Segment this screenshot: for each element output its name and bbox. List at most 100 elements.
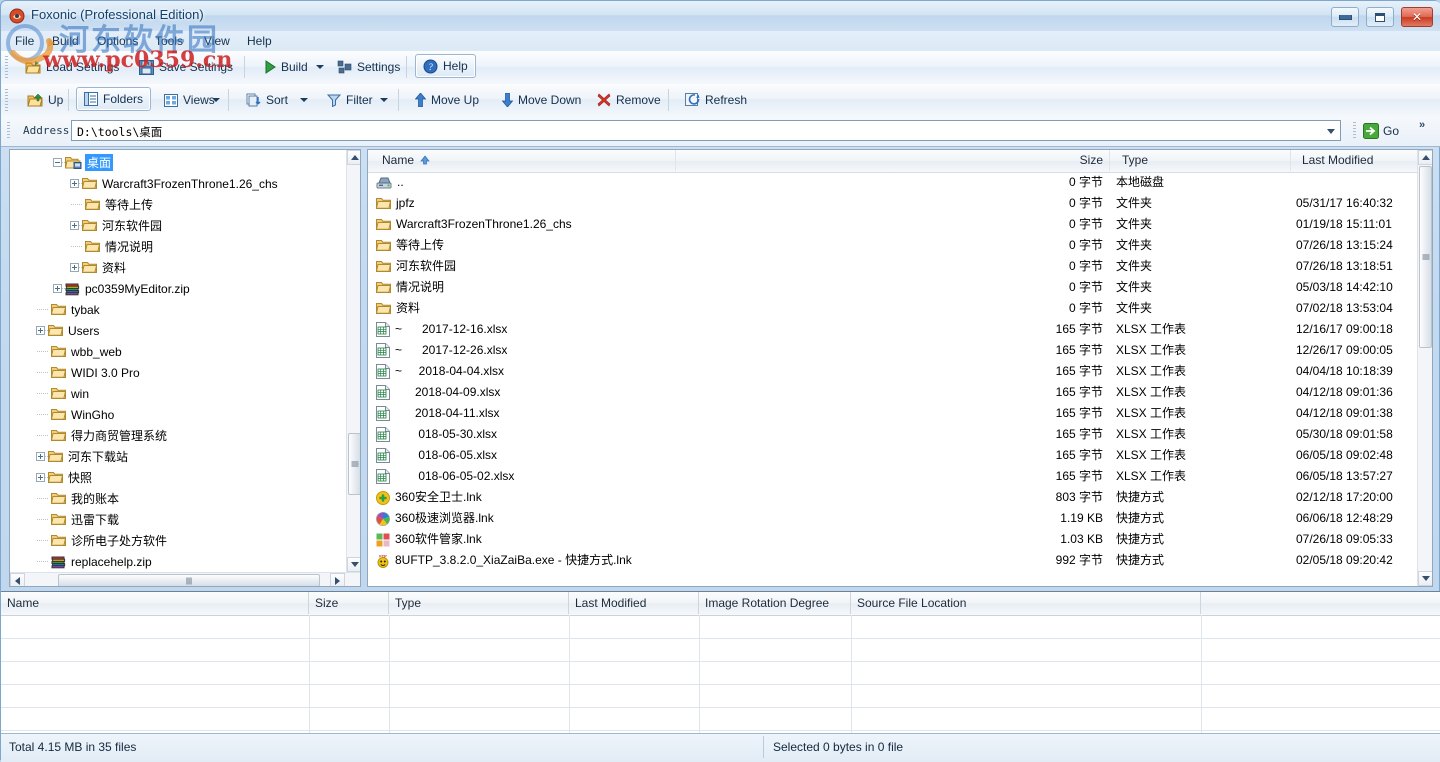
- file-row[interactable]: FTP8UFTP_3.8.2.0_XiaZaiBa.exe - 快捷方式.lnk…: [368, 550, 1417, 571]
- build-dropdown-arrow[interactable]: [316, 65, 324, 69]
- go-grip[interactable]: [1353, 122, 1356, 140]
- filter-dropdown-arrow[interactable]: [380, 98, 388, 102]
- menu-options[interactable]: Options: [91, 33, 144, 49]
- move-down-button[interactable]: Move Down: [494, 88, 589, 112]
- filter-button[interactable]: Filter: [319, 88, 381, 112]
- output-column-header[interactable]: [1201, 592, 1440, 614]
- file-list-rows[interactable]: ..0 字节本地磁盘jpfz0 字节文件夹05/31/17 16:40:32Wa…: [368, 172, 1417, 571]
- output-column-header[interactable]: Type: [389, 592, 569, 614]
- collapse-node-icon[interactable]: [53, 158, 62, 167]
- tree-node[interactable]: 得力商贸管理系统: [48, 425, 169, 446]
- file-scroll-up-button[interactable]: [1418, 150, 1433, 165]
- move-up-button[interactable]: Move Up: [407, 88, 487, 112]
- column-header-mod[interactable]: Last Modified: [1296, 150, 1433, 171]
- tree-node[interactable]: Warcraft3FrozenThrone1.26_chs: [82, 173, 280, 194]
- menu-help[interactable]: Help: [241, 33, 278, 49]
- sort-button[interactable]: Sort: [238, 88, 296, 112]
- close-button[interactable]: ✕: [1401, 7, 1433, 27]
- column-header-type[interactable]: Type: [1116, 150, 1291, 171]
- file-row[interactable]: 360极速浏览器.lnk1.19 KB快捷方式06/06/18 12:48:29…: [368, 508, 1417, 529]
- file-row[interactable]: 018-06-05-02.xlsx165 字节XLSX 工作表06/05/18 …: [368, 466, 1417, 487]
- tree-node[interactable]: tybak: [48, 299, 102, 320]
- tree-scroll-down-button[interactable]: [347, 557, 361, 572]
- tree-node[interactable]: wbb_web: [48, 341, 124, 362]
- expand-node-icon[interactable]: [36, 326, 45, 335]
- tree-node[interactable]: 等待上传: [82, 194, 155, 215]
- maximize-button[interactable]: [1366, 7, 1394, 27]
- tree-node[interactable]: 情况说明: [82, 236, 155, 257]
- tree-hscroll-thumb[interactable]: [58, 574, 320, 587]
- file-row[interactable]: Warcraft3FrozenThrone1.26_chs0 字节文件夹01/1…: [368, 214, 1417, 235]
- build-button[interactable]: Build: [256, 55, 316, 79]
- file-scroll-down-button[interactable]: [1418, 571, 1433, 586]
- minimize-button[interactable]: [1331, 7, 1359, 27]
- tree-horizontal-scrollbar[interactable]: [10, 572, 360, 587]
- output-column-header[interactable]: Source File Location: [851, 592, 1201, 614]
- output-column-header[interactable]: Size: [309, 592, 389, 614]
- file-row[interactable]: 018-05-30.xlsx165 字节XLSX 工作表05/30/18 09:…: [368, 424, 1417, 445]
- tree-scroll-thumb[interactable]: [348, 433, 361, 495]
- remove-button[interactable]: Remove: [589, 88, 669, 112]
- load-settings-button[interactable]: Load Settings: [17, 55, 127, 79]
- tree-node[interactable]: 河东下载站: [48, 446, 130, 467]
- help-button[interactable]: ? Help: [415, 54, 476, 78]
- tree-node[interactable]: 诊所电子处方软件: [48, 530, 169, 551]
- file-row[interactable]: ~ 2017-12-26.xlsx165 字节XLSX 工作表12/26/17 …: [368, 340, 1417, 361]
- output-column-header[interactable]: Image Rotation Degree: [699, 592, 851, 614]
- tree-node[interactable]: replacehelp.zip: [48, 551, 154, 572]
- tree-node[interactable]: 迅雷下载: [48, 509, 121, 530]
- nav-toolbar-grip[interactable]: [5, 89, 8, 111]
- column-header-name[interactable]: Name: [376, 150, 676, 171]
- expand-node-icon[interactable]: [36, 452, 45, 461]
- address-input[interactable]: D:\tools\桌面: [71, 120, 1341, 141]
- address-grip[interactable]: [7, 122, 10, 140]
- menu-tools[interactable]: Tools: [149, 33, 189, 49]
- address-dropdown-arrow[interactable]: [1324, 125, 1338, 138]
- file-row[interactable]: 360安全卫士.lnk803 字节快捷方式02/12/18 17:20:000: [368, 487, 1417, 508]
- file-row[interactable]: 2018-04-09.xlsx165 字节XLSX 工作表04/12/18 09…: [368, 382, 1417, 403]
- expand-node-icon[interactable]: [36, 473, 45, 482]
- file-row[interactable]: 情况说明0 字节文件夹05/03/18 14:42:10: [368, 277, 1417, 298]
- tree-node[interactable]: 我的账本: [48, 488, 121, 509]
- save-settings-button[interactable]: Save Settings: [131, 55, 241, 79]
- sort-dropdown-arrow[interactable]: [300, 98, 308, 102]
- output-column-header[interactable]: Last Modified: [569, 592, 699, 614]
- file-row[interactable]: 河东软件园0 字节文件夹07/26/18 13:18:51: [368, 256, 1417, 277]
- up-button[interactable]: Up: [19, 88, 71, 112]
- column-header-size[interactable]: Size: [988, 150, 1110, 171]
- tree-vertical-scrollbar[interactable]: [346, 150, 361, 572]
- file-row[interactable]: 360软件管家.lnk1.03 KB快捷方式07/26/18 09:05:330: [368, 529, 1417, 550]
- views-dropdown-arrow[interactable]: [212, 98, 220, 102]
- toolbar-overflow-chevron[interactable]: »: [1419, 119, 1425, 131]
- tree-scroll-right-button[interactable]: [330, 573, 345, 587]
- menu-view[interactable]: View: [198, 33, 236, 49]
- expand-node-icon[interactable]: [53, 284, 62, 293]
- tree-node[interactable]: 河东软件园: [82, 215, 164, 236]
- tree-node[interactable]: WinGho: [48, 404, 116, 425]
- tree-node[interactable]: 资料: [82, 257, 128, 278]
- file-row[interactable]: 资料0 字节文件夹07/02/18 13:53:04: [368, 298, 1417, 319]
- tree-node[interactable]: 快照: [48, 467, 94, 488]
- folder-tree[interactable]: 桌面Warcraft3FrozenThrone1.26_chs等待上传河东软件园…: [10, 150, 347, 572]
- menu-file[interactable]: File: [9, 33, 40, 49]
- file-list-vertical-scrollbar[interactable]: [1417, 150, 1433, 586]
- tree-scroll-up-button[interactable]: [347, 150, 361, 165]
- tree-scroll-left-button[interactable]: [10, 573, 25, 587]
- output-column-header[interactable]: Name: [1, 592, 309, 614]
- tree-node[interactable]: Users: [48, 320, 101, 341]
- expand-node-icon[interactable]: [70, 263, 79, 272]
- file-row[interactable]: 2018-04-11.xlsx165 字节XLSX 工作表04/12/18 09…: [368, 403, 1417, 424]
- file-row[interactable]: ..0 字节本地磁盘: [368, 172, 1417, 193]
- menu-build[interactable]: Build: [46, 33, 85, 49]
- tree-node[interactable]: pc0359MyEditor.zip: [65, 278, 192, 299]
- go-button[interactable]: Go: [1363, 121, 1399, 141]
- file-row[interactable]: ~ 2018-04-04.xlsx165 字节XLSX 工作表04/04/18 …: [368, 361, 1417, 382]
- file-row[interactable]: jpfz0 字节文件夹05/31/17 16:40:32: [368, 193, 1417, 214]
- expand-node-icon[interactable]: [70, 179, 79, 188]
- tree-node[interactable]: WIDI 3.0 Pro: [48, 362, 142, 383]
- file-scroll-thumb[interactable]: [1419, 166, 1432, 348]
- expand-node-icon[interactable]: [70, 221, 79, 230]
- file-row[interactable]: ~ 2017-12-16.xlsx165 字节XLSX 工作表12/16/17 …: [368, 319, 1417, 340]
- file-row[interactable]: 等待上传0 字节文件夹07/26/18 13:15:24: [368, 235, 1417, 256]
- refresh-button[interactable]: Refresh: [677, 88, 755, 112]
